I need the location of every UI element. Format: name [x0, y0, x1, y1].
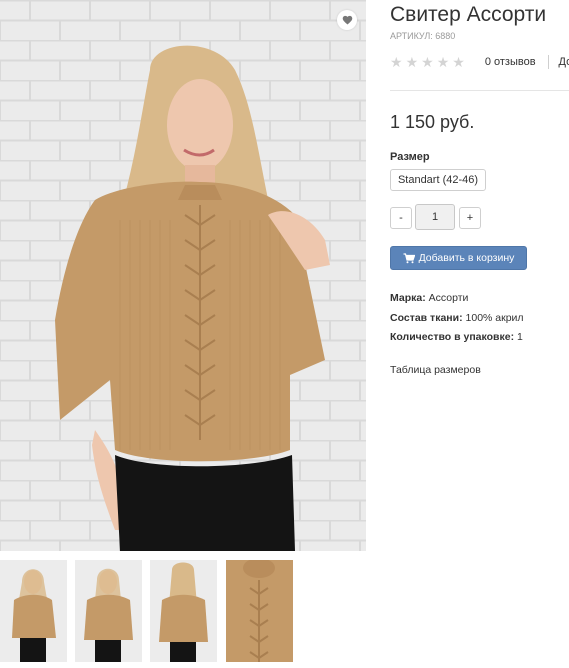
product-sku: АРТИКУЛ: 6880: [390, 31, 456, 41]
product-price: 1 150 руб.: [390, 112, 475, 132]
quantity-input[interactable]: [415, 204, 455, 230]
rating-stars[interactable]: ★ ★ ★ ★ ★: [390, 55, 465, 69]
size-label: Размер: [390, 151, 430, 163]
size-option-button[interactable]: Standart (42-46): [390, 169, 486, 191]
quantity-decrease-button[interactable]: -: [390, 207, 412, 229]
product-title: Свитер Ассорти: [390, 3, 547, 26]
thumbnail-4-image: [226, 560, 293, 662]
attribute-label: Состав ткани:: [390, 311, 463, 324]
rating-row: ★ ★ ★ ★ ★ 0 отзывов До: [390, 54, 569, 70]
quantity-increase-button[interactable]: +: [459, 207, 481, 229]
product-attributes: Марка: Ассорти Состав ткани: 100% акрил …: [390, 292, 524, 351]
add-review-link[interactable]: До: [559, 56, 569, 68]
divider: [547, 55, 549, 69]
star-icon[interactable]: ★: [390, 55, 403, 69]
cart-icon: [403, 252, 415, 263]
add-to-cart-label: Добавить в корзину: [418, 252, 515, 264]
attribute-value: Ассорти: [428, 292, 469, 304]
thumbnail-3-image: [150, 560, 217, 662]
star-icon[interactable]: ★: [437, 55, 450, 69]
attribute-pack-quantity: Количество в упаковке: 1: [390, 331, 524, 351]
star-icon[interactable]: ★: [452, 55, 465, 69]
thumbnail-3[interactable]: [150, 560, 217, 662]
attribute-value: 1: [517, 331, 523, 343]
reviews-link[interactable]: 0 отзывов: [485, 56, 536, 68]
thumbnail-4[interactable]: [226, 560, 293, 662]
attribute-brand: Марка: Ассорти: [390, 292, 524, 312]
attribute-value: 100% акрил: [465, 311, 524, 324]
star-icon[interactable]: ★: [421, 55, 434, 69]
main-product-image[interactable]: [0, 0, 366, 551]
thumbnail-1-image: [0, 560, 67, 662]
size-table-link[interactable]: Таблица размеров: [390, 364, 481, 376]
thumbnail-2[interactable]: [75, 560, 142, 662]
wishlist-button[interactable]: [337, 10, 357, 30]
divider: [390, 90, 569, 91]
attribute-label: Марка:: [390, 292, 426, 304]
thumbnail-1[interactable]: [0, 560, 67, 662]
brick-wall-background: [0, 0, 366, 551]
attribute-label: Количество в упаковке:: [390, 331, 515, 343]
add-to-cart-button[interactable]: Добавить в корзину: [390, 246, 527, 270]
attribute-fabric: Состав ткани: 100% акрил: [390, 312, 524, 332]
heart-icon: [342, 15, 352, 25]
thumbnail-2-image: [75, 560, 142, 662]
star-icon[interactable]: ★: [406, 55, 419, 69]
